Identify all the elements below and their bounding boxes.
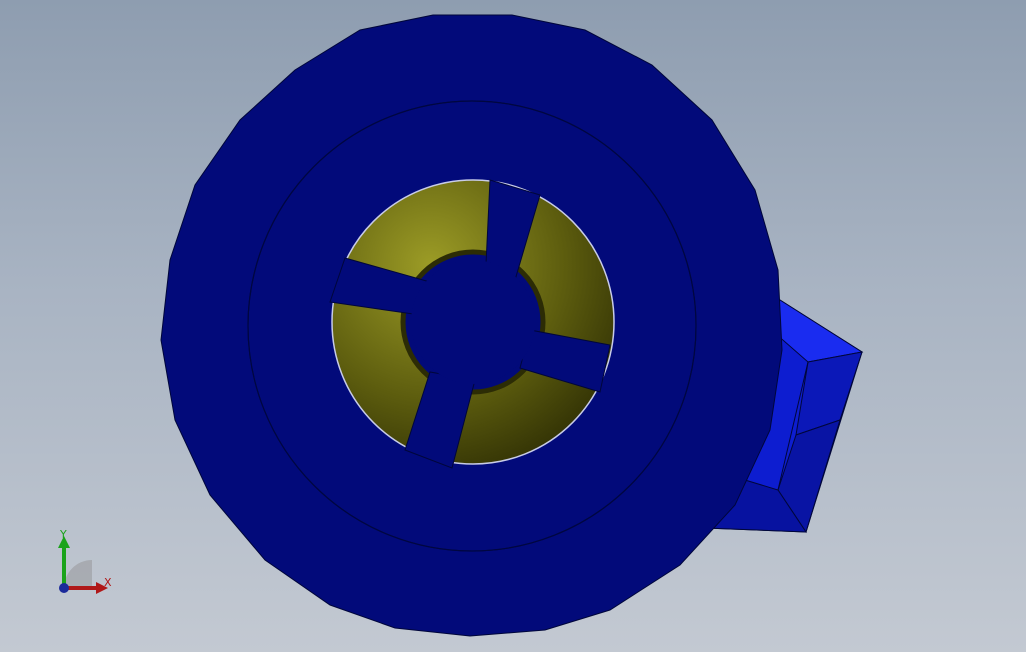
model-viewport[interactable] — [0, 0, 1026, 652]
y-axis-label: Y — [59, 528, 67, 541]
triad-shadow — [64, 560, 92, 588]
x-axis-label: X — [104, 576, 112, 589]
coordinate-triad: Y X — [58, 528, 112, 594]
z-axis-origin — [59, 583, 69, 593]
